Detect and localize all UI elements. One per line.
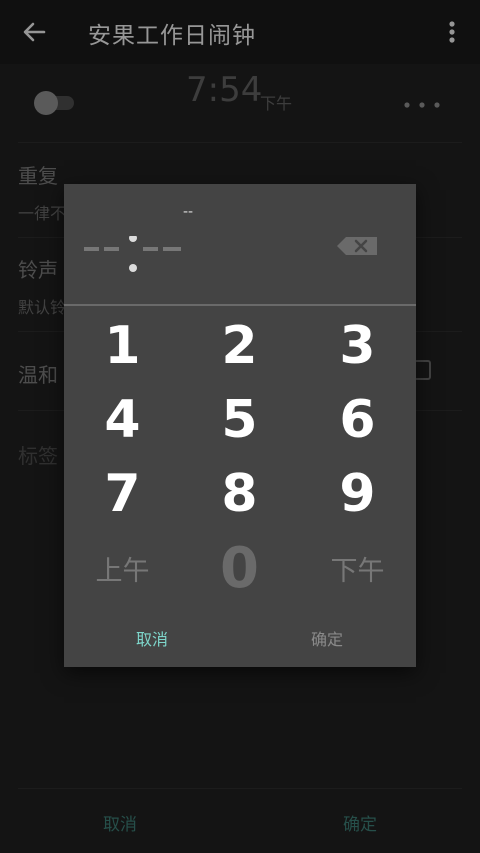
key-7[interactable]: 7 [64, 458, 181, 530]
time-picker-dialog: -- 1 2 3 4 5 6 7 8 9 上午 0 下午 取消 确定 [64, 184, 416, 667]
time-display [84, 236, 181, 272]
dialog-cancel-button[interactable]: 取消 [136, 626, 168, 650]
key-pm[interactable]: 下午 [299, 532, 416, 604]
key-5[interactable]: 5 [181, 384, 298, 456]
dialog-ok-button[interactable]: 确定 [311, 626, 343, 650]
key-9[interactable]: 9 [299, 458, 416, 530]
key-6[interactable]: 6 [299, 384, 416, 456]
key-2[interactable]: 2 [181, 310, 298, 382]
backspace-icon[interactable] [336, 236, 378, 256]
key-3[interactable]: 3 [299, 310, 416, 382]
ampm-indicator: -- [183, 204, 194, 220]
key-am[interactable]: 上午 [64, 532, 181, 604]
dialog-separator [64, 304, 416, 306]
key-4[interactable]: 4 [64, 384, 181, 456]
alarm-edit-screen: 安果工作日闹钟 7:54 下午 重复 一律不 铃声 默认铃 温和 标签 取消 确… [0, 0, 480, 853]
key-0[interactable]: 0 [181, 532, 298, 604]
key-1[interactable]: 1 [64, 310, 181, 382]
key-8[interactable]: 8 [181, 458, 298, 530]
